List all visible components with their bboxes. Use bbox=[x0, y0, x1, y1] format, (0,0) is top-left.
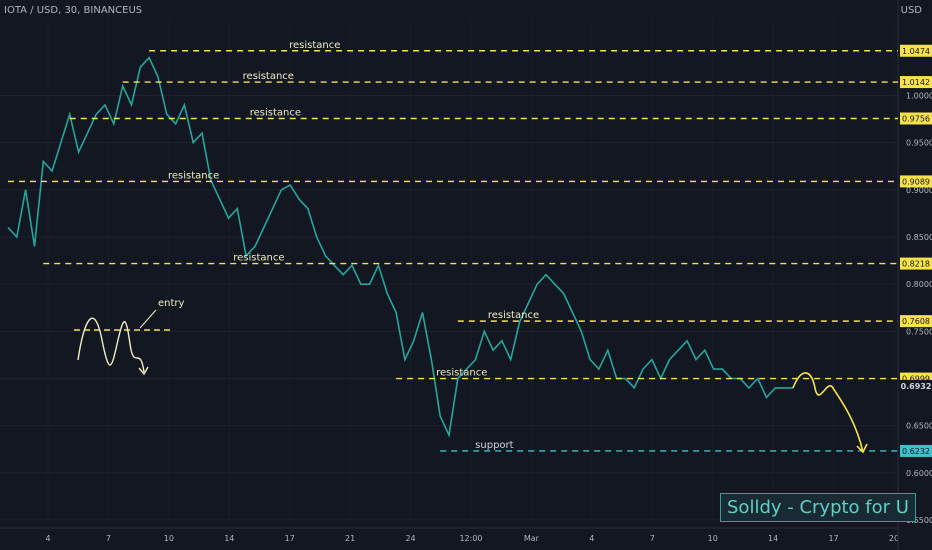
level-label-resistance: resistance bbox=[168, 170, 219, 181]
x-tick-label: 24 bbox=[405, 534, 415, 543]
level-label-resistance: resistance bbox=[488, 310, 539, 321]
x-tick-label: Mar bbox=[524, 534, 540, 543]
level-label-resistance: resistance bbox=[233, 253, 284, 264]
y-tick-label: 0.8500 bbox=[906, 233, 932, 242]
y-tick-label: 0.6500 bbox=[906, 422, 932, 431]
y-tick-label: 0.6000 bbox=[906, 469, 932, 478]
level-price-tag-text: 0.9089 bbox=[902, 177, 930, 186]
x-tick-label: 21 bbox=[345, 534, 355, 543]
x-tick-label: 4 bbox=[589, 534, 594, 543]
level-label-resistance: resistance bbox=[250, 107, 301, 118]
watermark-label: Solldy - Crypto for U bbox=[720, 493, 916, 522]
level-price-tag-text: 0.9756 bbox=[902, 114, 930, 123]
x-tick-label: 10 bbox=[708, 534, 718, 543]
y-tick-label: 0.7500 bbox=[906, 327, 932, 336]
level-price-tag-text: 1.0474 bbox=[902, 47, 930, 56]
chart-symbol-title: IOTA / USD, 30, BINANCEUS bbox=[4, 5, 143, 16]
level-price-tag-text: 1.0142 bbox=[902, 78, 930, 87]
x-tick-label: 17 bbox=[285, 534, 295, 543]
x-tick-label: 14 bbox=[224, 534, 234, 543]
level-price-tag-text: 0.6232 bbox=[902, 447, 930, 456]
currency-label: USD bbox=[900, 5, 922, 16]
y-tick-label: 1.0000 bbox=[906, 91, 932, 100]
x-tick-label: 17 bbox=[828, 534, 838, 543]
x-tick-label: 10 bbox=[164, 534, 174, 543]
price-chart[interactable]: 0.55000.60000.65000.70000.75000.80000.85… bbox=[0, 0, 932, 550]
x-tick-label: 4 bbox=[45, 534, 50, 543]
y-tick-label: 0.8000 bbox=[906, 280, 932, 289]
x-tick-label: 12:00 bbox=[459, 534, 482, 543]
x-tick-label: 7 bbox=[106, 534, 111, 543]
level-label-resistance: resistance bbox=[289, 40, 340, 51]
level-label-support: support bbox=[475, 440, 513, 451]
entry-label: entry bbox=[158, 298, 185, 309]
x-tick-label: 7 bbox=[650, 534, 655, 543]
level-label-resistance: resistance bbox=[243, 71, 294, 82]
last-price-tag-text: 0.6932 bbox=[901, 382, 932, 391]
level-price-tag-text: 0.7608 bbox=[902, 317, 930, 326]
y-tick-label: 0.9500 bbox=[906, 139, 932, 148]
level-label-resistance: resistance bbox=[436, 368, 487, 379]
level-price-tag-text: 0.8218 bbox=[902, 260, 930, 269]
x-tick-label: 14 bbox=[768, 534, 778, 543]
